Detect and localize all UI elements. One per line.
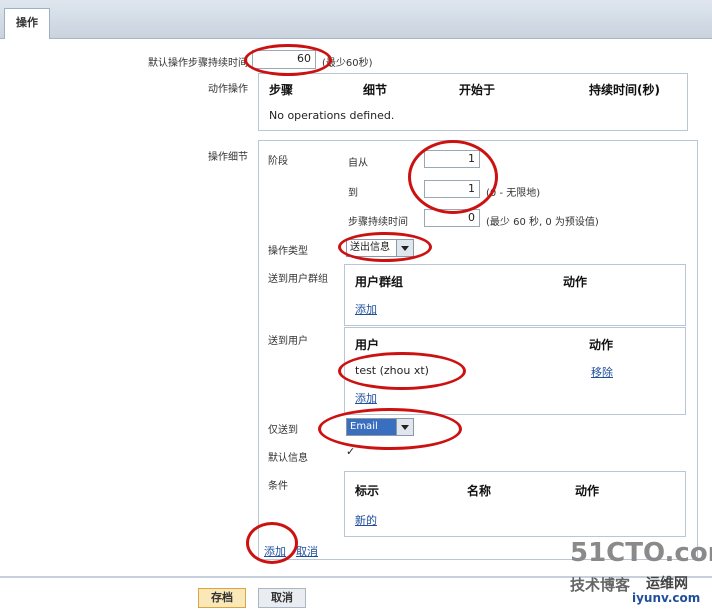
col-group-action: 动作 (563, 275, 588, 289)
send-only-to-label: 仅送到 (268, 425, 298, 436)
step-duration-hint: (最少 60 秒, 0 为预设值) (486, 217, 599, 228)
col-user-action: 动作 (589, 338, 614, 352)
col-start: 开始于 (459, 83, 496, 97)
col-user-group: 用户群组 (355, 275, 404, 289)
new-condition-link[interactable]: 新的 (355, 512, 377, 528)
annotation-circle (244, 44, 332, 76)
col-label: 标示 (355, 484, 380, 498)
col-name: 名称 (467, 484, 492, 498)
col-detail: 细节 (363, 83, 388, 97)
operations-label: 动作操作 (208, 84, 248, 95)
conditions-table: 标示 名称 动作 新的 (344, 471, 686, 537)
watermark-subtitle: 运维网 (646, 576, 688, 592)
add-user-group-link[interactable]: 添加 (355, 301, 377, 317)
cancel-operation-link[interactable]: 取消 (296, 543, 318, 559)
watermark-url: iyunv.com (632, 591, 701, 605)
operation-type-label: 操作类型 (268, 246, 308, 257)
tab-bar (0, 0, 712, 39)
annotation-circle (246, 522, 298, 564)
col-condition-action: 动作 (575, 484, 600, 498)
remove-user-link[interactable]: 移除 (591, 364, 613, 380)
operations-table: 步骤 细节 开始于 持续时间(秒) No operations defined. (258, 73, 688, 131)
watermark-tagline: 技术博客 (570, 576, 631, 594)
no-operations-text: No operations defined. (269, 109, 395, 122)
default-message-label: 默认信息 (268, 453, 308, 464)
annotation-circle (318, 408, 462, 450)
conditions-label: 条件 (268, 481, 288, 492)
default-duration-label: 默认操作步骤持续时间 (148, 58, 248, 69)
stage-label: 阶段 (268, 156, 288, 167)
col-user: 用户 (355, 338, 380, 352)
default-message-checkbox[interactable]: ✓ (346, 446, 356, 458)
annotation-circle (338, 352, 466, 390)
add-user-link[interactable]: 添加 (355, 390, 377, 406)
col-duration: 持续时间(秒) (589, 83, 660, 97)
col-step: 步骤 (269, 83, 294, 97)
cancel-button[interactable]: 取消 (258, 588, 306, 608)
operation-details-label: 操作细节 (208, 152, 248, 163)
save-button[interactable]: 存档 (198, 588, 246, 608)
to-label: 到 (348, 188, 358, 199)
from-label: 自从 (348, 158, 368, 169)
user-groups-table: 用户群组 动作 添加 (344, 264, 686, 326)
annotation-circle (408, 140, 498, 214)
watermark-logo: 51CTO.com (570, 538, 712, 568)
tab-operations[interactable]: 操作 (4, 8, 50, 39)
annotation-circle (338, 232, 432, 262)
send-to-groups-label: 送到用户群组 (268, 274, 328, 285)
send-to-users-label: 送到用户 (268, 336, 308, 347)
step-duration-label: 步骤持续时间 (348, 217, 408, 228)
